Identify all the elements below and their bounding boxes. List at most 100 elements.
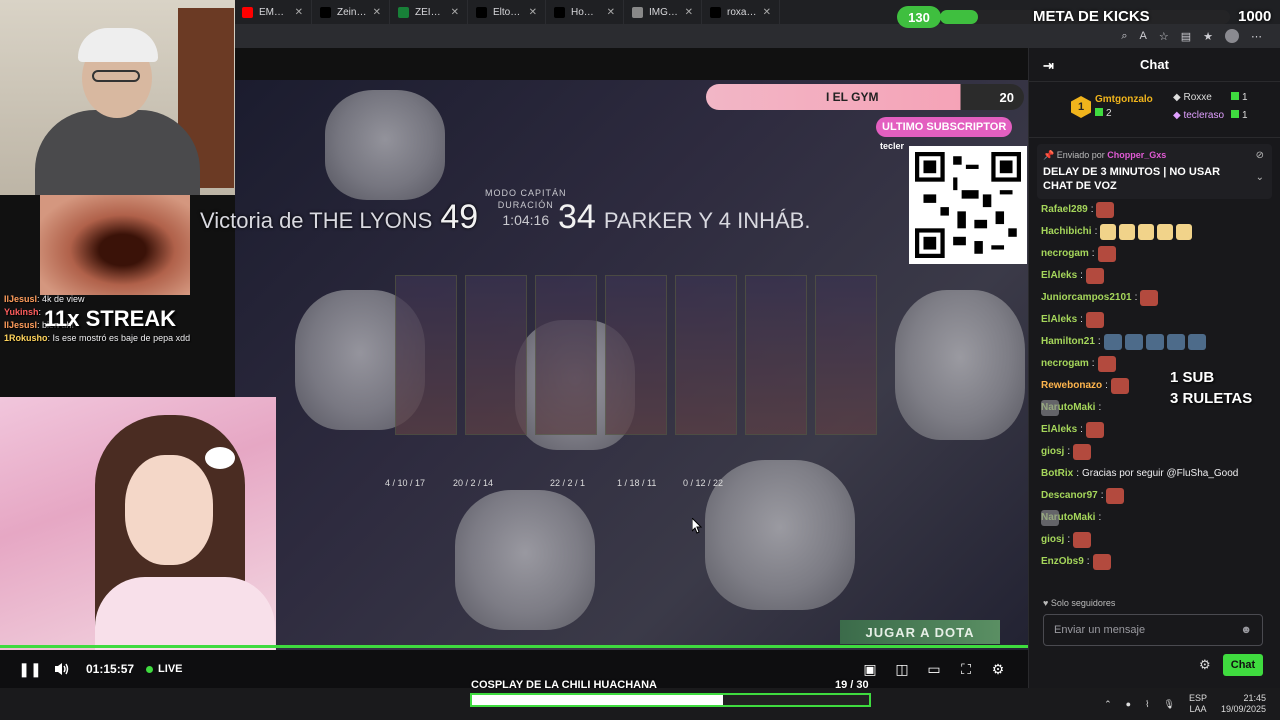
player-right-controls: ▣ ◫ ▭ ⛶ ⚙ [854, 653, 1014, 685]
chat-username[interactable]: ElAleks [1041, 423, 1077, 437]
kicks-goal-fill [940, 10, 978, 24]
chat-colon: : [1094, 226, 1098, 237]
leaderboard-name[interactable]: ◆ tecleraso [1173, 110, 1224, 121]
overlay-chat-line: IlJesusl: 4k de view [4, 293, 236, 306]
kda-stat: 22 / 2 / 1 [550, 478, 586, 488]
close-tab-icon[interactable]: ✕ [685, 7, 693, 18]
score-right: 34 PARKER Y 4 INHÁB. [558, 198, 810, 237]
volume-icon[interactable] [46, 653, 78, 685]
miniplayer-icon[interactable]: ▭ [918, 653, 950, 685]
pause-button[interactable]: ❚❚ [14, 653, 46, 685]
overlay-chat-line: 1Rokusho: Is ese mostró es baje de pepa … [4, 332, 236, 345]
profile-avatar[interactable] [1225, 29, 1239, 43]
emote-icon [1187, 334, 1206, 350]
chat-username[interactable]: ElAleks [1041, 269, 1077, 283]
network-icon[interactable]: ⌇ [1145, 699, 1149, 710]
chat-username[interactable]: giosj [1041, 445, 1064, 459]
chat-message: Hachibichi: [1041, 221, 1268, 243]
browser-tab[interactable]: ZEINTERN ✕ [390, 0, 468, 24]
chat-username[interactable]: Rafael289 [1041, 203, 1088, 217]
emote-icon [1097, 246, 1116, 262]
chat-message: EnzObs9: [1041, 551, 1268, 573]
chat-message: giosj: [1041, 529, 1268, 551]
chat-username[interactable]: necrogam [1041, 247, 1089, 261]
browser-tab[interactable]: EMETSUK ✕ [234, 0, 312, 24]
browser-tab[interactable]: roxana le ✕ [702, 0, 780, 24]
kda-stat: 20 / 2 / 14 [453, 478, 494, 488]
gift-icon [1231, 92, 1239, 100]
language-code: ESP [1188, 693, 1207, 703]
chat-message-input[interactable]: Enviar un mensaje ☻ [1043, 614, 1263, 646]
tab-label: ZEINTERN [415, 6, 445, 18]
fullscreen-icon[interactable]: ⛶ [950, 653, 982, 685]
chat-username[interactable]: Hachibichi [1041, 225, 1092, 239]
favorites-bar-icon[interactable]: ★ [1203, 30, 1213, 43]
zoom-icon[interactable]: ⌕ [1121, 30, 1127, 43]
cat-meme-overlay [325, 90, 445, 200]
tray-app-icon[interactable]: ● [1126, 699, 1131, 709]
favorite-icon[interactable]: ☆ [1159, 30, 1169, 43]
system-clock[interactable]: 21:45 19/09/2025 [1221, 693, 1266, 715]
cat-meme-overlay [705, 460, 855, 610]
chat-username[interactable]: Hamilton21 [1041, 335, 1095, 349]
kicks-goal-current: 130 [897, 6, 941, 28]
chat-username[interactable]: Rewebonazo [1041, 379, 1102, 393]
chevron-down-icon[interactable]: ⌄ [1256, 172, 1264, 183]
chat-username[interactable]: giosj [1041, 533, 1064, 547]
last-sub-badge: ULTIMO SUBSCRIPTOR [876, 117, 1013, 137]
overlay-chat-user: Yukinsh [4, 307, 39, 317]
microphone-icon[interactable]: 🎙 [1164, 699, 1175, 710]
playback-progress-bar[interactable] [0, 645, 1028, 648]
score-right-value: 34 [558, 198, 596, 236]
chat-colon: : [1076, 468, 1080, 479]
tray-chevron-icon[interactable]: ⌃ [1104, 699, 1112, 710]
theater-mode-icon[interactable]: ◫ [886, 653, 918, 685]
chat-username[interactable]: ElAleks [1041, 313, 1077, 327]
unpin-icon[interactable]: ⊘ [1256, 150, 1264, 161]
collections-icon[interactable]: ▤ [1181, 30, 1191, 43]
emote-icon [1085, 268, 1104, 284]
duration-label: DURACIÓN [497, 199, 554, 210]
browser-tab[interactable]: Elton Tito ✕ [468, 0, 546, 24]
emote-icon [1166, 334, 1185, 350]
browser-tab[interactable]: IMG_2025 ✕ [624, 0, 702, 24]
collapse-chat-icon[interactable]: ⇥ [1043, 58, 1054, 74]
chat-username[interactable]: BotRix [1041, 467, 1073, 481]
close-tab-icon[interactable]: ✕ [373, 7, 381, 18]
overlay-chat-user: 1Rokusho [4, 333, 48, 343]
pinned-by-user[interactable]: Chopper_Gxs [1107, 150, 1166, 160]
chat-colon: : [1067, 446, 1071, 457]
close-tab-icon[interactable]: ✕ [295, 7, 303, 18]
gift-icon [1231, 110, 1239, 118]
close-tab-icon[interactable]: ✕ [451, 7, 459, 18]
score-left: Victoria de THE LYONS 49 [200, 198, 478, 237]
close-tab-icon[interactable]: ✕ [763, 7, 771, 18]
leaderboard-name[interactable]: ◆ Roxxe [1173, 92, 1212, 103]
tab-label: Elton Tito [493, 6, 523, 18]
emote-icon [1176, 224, 1193, 240]
kicks-goal-target: 1000 [1238, 8, 1272, 25]
chat-username[interactable]: EnzObs9 [1041, 555, 1084, 569]
pinned-message[interactable]: 📌 Enviado por Chopper_Gxs DELAY DE 3 MIN… [1037, 144, 1272, 199]
emote-icon [1041, 400, 1059, 416]
browser-tab[interactable]: Zein on X ✕ [312, 0, 390, 24]
system-tray: ⌃ ● ⌇ 🎙 ESP LAA 21:45 19/09/2025 [1104, 688, 1266, 720]
browser-tab[interactable]: Home / X ✕ [546, 0, 624, 24]
chat-settings-gear-icon[interactable]: ⚙ [1199, 657, 1211, 673]
language-indicator[interactable]: ESP LAA [1189, 693, 1207, 715]
chat-send-button[interactable]: Chat [1223, 654, 1263, 676]
x-icon [320, 6, 331, 18]
read-aloud-icon[interactable]: A [1140, 30, 1147, 42]
chat-username[interactable]: necrogam [1041, 357, 1089, 371]
emoji-icon[interactable]: ☻ [1240, 624, 1252, 636]
chat-username[interactable]: Juniorcampos2101 [1041, 291, 1132, 305]
close-tab-icon[interactable]: ✕ [529, 7, 537, 18]
sheets-icon [398, 6, 409, 18]
leaderboard-name[interactable]: Gmtgonzalo [1095, 94, 1153, 105]
close-tab-icon[interactable]: ✕ [607, 7, 615, 18]
chat-username[interactable]: Descanor97 [1041, 489, 1098, 503]
more-menu-icon[interactable]: ⋯ [1251, 30, 1262, 43]
sub-goal-value: 20 [999, 89, 1014, 105]
settings-gear-icon[interactable]: ⚙ [982, 653, 1014, 685]
clock-time: 21:45 [1243, 693, 1266, 703]
